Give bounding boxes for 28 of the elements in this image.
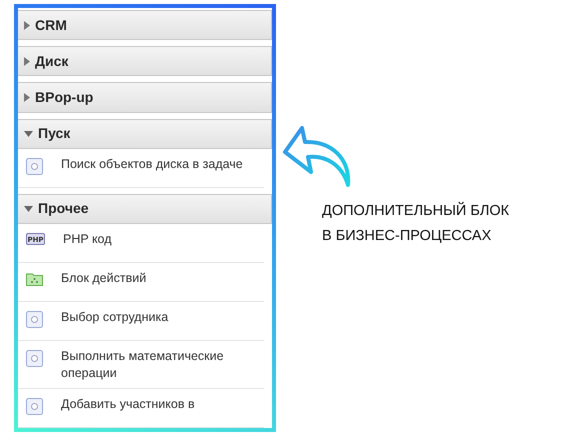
group-title: CRM: [35, 16, 67, 35]
activity-label[interactable]: Выполнить математические операции: [61, 348, 264, 382]
group-header[interactable]: CRM: [18, 10, 272, 40]
group-title: BPop-up: [35, 88, 94, 107]
collapsed-triangle-icon: [24, 56, 30, 66]
activity-label[interactable]: Поиск объектов диска в задаче: [61, 156, 243, 173]
activity-label[interactable]: Добавить участников в: [61, 396, 195, 414]
activity-icon: [26, 350, 43, 368]
activity-label[interactable]: Блок действий: [61, 270, 146, 288]
callout-text: ДОПОЛНИТЕЛЬНЫЙ БЛОК: [322, 200, 510, 221]
group-title: Прочее: [38, 199, 89, 218]
group-header[interactable]: BPop-up: [18, 82, 272, 113]
activity-icon: [26, 398, 43, 416]
group-title: Диск: [35, 52, 68, 71]
group-header[interactable]: Пуск: [18, 118, 272, 149]
collapsed-triangle-icon: [24, 93, 30, 102]
activity-icon: [26, 158, 43, 175]
group-header[interactable]: Прочее: [18, 194, 272, 224]
group-header[interactable]: Диск: [18, 46, 272, 76]
activity-label[interactable]: PHP код: [63, 231, 112, 248]
group-title: Пуск: [38, 124, 70, 144]
expanded-triangle-icon: [24, 130, 33, 137]
activity-icon: [26, 311, 43, 328]
callout-text: В БИЗНЕС-ПРОЦЕССАХ: [322, 227, 492, 246]
activity-label[interactable]: Выбор сотрудника: [61, 309, 168, 326]
collapsed-triangle-icon: [24, 20, 30, 30]
folder-icon: [26, 272, 43, 286]
expanded-triangle-icon: [24, 206, 33, 212]
